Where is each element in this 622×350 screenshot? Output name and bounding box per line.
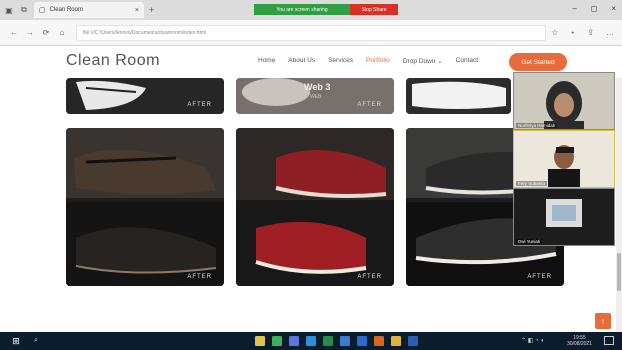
- participant-video: [514, 73, 614, 129]
- portfolio-category: WEB: [310, 94, 322, 100]
- site-logo[interactable]: Clean Room: [66, 52, 160, 70]
- excel-icon[interactable]: [323, 336, 333, 346]
- url-input[interactable]: file:///C:/Users/lenovo/Documents/cleanr…: [76, 24, 546, 41]
- nav-about[interactable]: About Us: [288, 57, 315, 65]
- forward-icon[interactable]: →: [22, 28, 38, 37]
- portfolio-item[interactable]: [406, 78, 511, 114]
- zoom-icon[interactable]: [357, 336, 367, 346]
- close-tab-icon[interactable]: ×: [135, 7, 139, 14]
- screen-share-bar: You are screen sharing Stop Share: [254, 4, 398, 15]
- tab-list-icon[interactable]: ⧉: [18, 4, 30, 16]
- brand-label: AFTER: [187, 274, 212, 280]
- video-tile-active[interactable]: Fery Subanto: [513, 130, 615, 188]
- address-bar-row: ← → ⟳ ⌂ file:///C:/Users/lenovo/Document…: [0, 20, 622, 46]
- tab-title: Clean Room: [49, 7, 83, 13]
- windows-start-icon[interactable]: ⊞: [8, 336, 24, 346]
- brand-label: AFTER: [187, 102, 212, 108]
- minimize-button[interactable]: –: [572, 4, 576, 13]
- home-icon[interactable]: ⌂: [54, 28, 70, 37]
- search-icon[interactable]: ⌕: [34, 337, 38, 345]
- screen: ▣ ⧉ ▢ Clean Room × + You are screen shar…: [0, 0, 622, 350]
- participant-name: Fery Subanto: [516, 181, 548, 186]
- brand-label: AFTER: [527, 274, 552, 280]
- sharing-status: You are screen sharing: [254, 4, 350, 15]
- close-window-button[interactable]: ×: [611, 4, 616, 13]
- clock[interactable]: 19:55 30/08/2021: [567, 335, 592, 347]
- portfolio-item-featured[interactable]: Web 3 WEB AFTER: [236, 78, 394, 114]
- stop-share-button[interactable]: Stop Share: [350, 4, 398, 15]
- participant-name: Nurfitriya Hamidah: [516, 123, 558, 128]
- portfolio-item[interactable]: AFTER: [66, 78, 224, 114]
- file-explorer-icon[interactable]: [255, 336, 265, 346]
- portfolio-title: Web 3: [304, 82, 331, 92]
- nav-home[interactable]: Home: [258, 57, 275, 65]
- brand-label: AFTER: [357, 102, 382, 108]
- scrollbar-thumb[interactable]: [617, 253, 621, 291]
- nav-dropdown[interactable]: Drop Down ⌄: [403, 57, 443, 65]
- page-icon: ▢: [39, 7, 46, 14]
- system-tray-icons[interactable]: ⌃ ◧ ◔ ◖: [521, 337, 544, 344]
- shoe-image: [406, 78, 511, 114]
- windows-taskbar: ⊞ ⌕ ⌃ ◧ ◔ ◖ 19:55 30/08/2021: [0, 332, 622, 350]
- back-icon[interactable]: ←: [6, 28, 22, 37]
- portfolio-item[interactable]: AFTER: [66, 128, 224, 286]
- new-tab-button[interactable]: +: [149, 5, 154, 15]
- edge-browser-icon[interactable]: [306, 336, 316, 346]
- video-tile[interactable]: Dwi Yuniati: [513, 188, 615, 246]
- favorite-icon[interactable]: ☆: [551, 28, 558, 37]
- tab-actions-icon[interactable]: ▣: [3, 4, 15, 16]
- notification-icon[interactable]: [604, 336, 614, 345]
- nav-portfolio[interactable]: Portfolio: [366, 57, 390, 65]
- collections-icon[interactable]: ⋆: [570, 28, 575, 37]
- video-tile[interactable]: Nurfitriya Hamidah: [513, 72, 615, 130]
- store-icon[interactable]: [289, 336, 299, 346]
- nav-services[interactable]: Services: [328, 57, 353, 65]
- more-icon[interactable]: …: [606, 28, 614, 37]
- mail-icon[interactable]: [340, 336, 350, 346]
- nav-contact[interactable]: Contact: [456, 57, 478, 65]
- participant-video: [514, 189, 614, 245]
- share-icon[interactable]: ⇪: [587, 28, 594, 37]
- main-nav: Home About Us Services Portfolio Drop Do…: [258, 57, 478, 65]
- browser-tab-bar: ▣ ⧉ ▢ Clean Room × + You are screen shar…: [0, 0, 622, 20]
- window-controls: – ◻ ×: [572, 4, 616, 13]
- shoe-image: [66, 128, 224, 286]
- taskbar-apps: [255, 336, 418, 346]
- maximize-button[interactable]: ◻: [591, 4, 598, 13]
- browser-tab[interactable]: ▢ Clean Room ×: [34, 2, 144, 18]
- refresh-icon[interactable]: ⟳: [38, 28, 54, 37]
- brand-label: AFTER: [357, 274, 382, 280]
- chrome-icon[interactable]: [391, 336, 401, 346]
- participant-name: Dwi Yuniati: [516, 239, 543, 244]
- word-icon[interactable]: [408, 336, 418, 346]
- back-to-top-button[interactable]: ↑: [595, 313, 611, 329]
- page-scrollbar[interactable]: [616, 78, 622, 332]
- shoe-image: [66, 78, 224, 114]
- powerpoint-icon[interactable]: [374, 336, 384, 346]
- shoe-image: [236, 128, 394, 286]
- browser-toolbar: ☆ ⋆ ⇪ …: [551, 28, 614, 37]
- clock-date: 30/08/2021: [566, 341, 592, 347]
- chat-app-icon[interactable]: [272, 336, 282, 346]
- get-started-button[interactable]: Get Started: [509, 53, 567, 71]
- participant-video: [514, 131, 614, 187]
- portfolio-item[interactable]: AFTER: [236, 128, 394, 286]
